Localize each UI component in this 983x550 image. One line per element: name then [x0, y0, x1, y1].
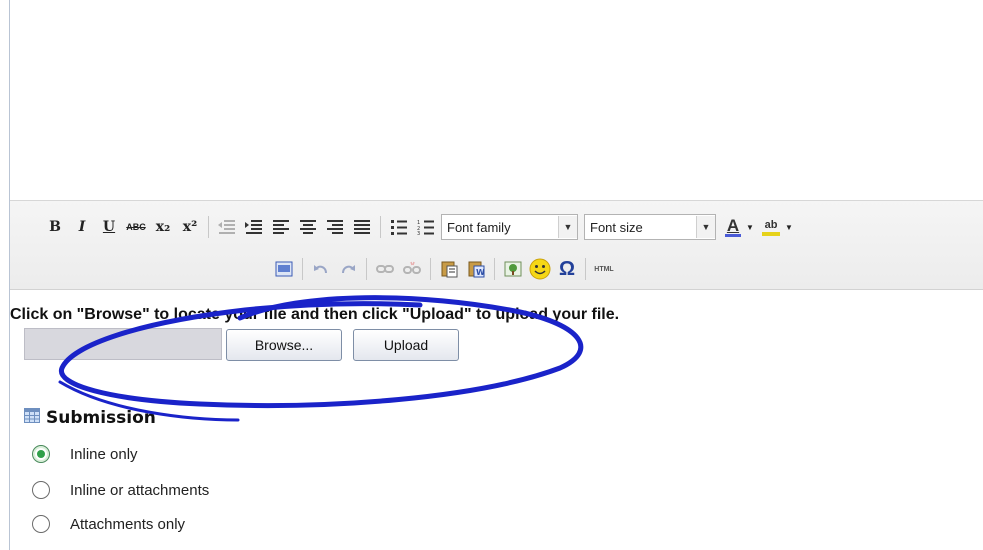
redo-icon[interactable] [336, 257, 360, 281]
indent-icon[interactable] [242, 215, 266, 239]
special-character-icon[interactable]: Ω [555, 257, 579, 281]
chevron-down-icon[interactable]: ▼ [783, 215, 795, 239]
text-color-button[interactable]: A [722, 215, 744, 239]
svg-text:W: W [476, 268, 485, 277]
radio-option-attachments-only[interactable]: Attachments only [32, 515, 185, 533]
font-family-select[interactable]: Font family ▼ [441, 214, 578, 240]
radio-button[interactable] [32, 515, 50, 533]
chevron-down-icon[interactable]: ▼ [744, 215, 756, 239]
editor-toolbar: B I U ABC x₂ x² 123 Font family ▼ Font s… [10, 201, 983, 290]
chevron-down-icon: ▼ [558, 216, 577, 238]
outdent-icon[interactable] [215, 215, 239, 239]
submission-section-header: Submission [24, 408, 156, 428]
toolbar-row-2: W Ω HTML [272, 252, 619, 286]
link-icon[interactable] [373, 257, 397, 281]
toolbar-separator [494, 258, 495, 280]
toolbar-separator [430, 258, 431, 280]
unlink-icon[interactable] [400, 257, 424, 281]
undo-icon[interactable] [309, 257, 333, 281]
html-source-icon[interactable]: HTML [592, 257, 616, 281]
numbered-list-icon[interactable]: 123 [414, 215, 438, 239]
paste-word-icon[interactable]: W [464, 257, 488, 281]
radio-button[interactable] [32, 445, 50, 463]
svg-text:3: 3 [417, 231, 420, 235]
insert-image-icon[interactable] [501, 257, 525, 281]
upload-instruction: Click on "Browse" to locate your file an… [10, 306, 620, 323]
superscript-button[interactable]: x² [178, 215, 202, 239]
underline-button[interactable]: U [97, 215, 121, 239]
align-center-icon[interactable] [296, 215, 320, 239]
radio-label: Inline or attachments [70, 481, 210, 499]
radio-label: Inline only [70, 445, 138, 463]
fullscreen-icon[interactable] [272, 257, 296, 281]
toolbar-separator [302, 258, 303, 280]
rich-text-editor-area[interactable] [10, 0, 983, 201]
toolbar-separator [585, 258, 586, 280]
align-right-icon[interactable] [323, 215, 347, 239]
bold-button[interactable]: B [43, 215, 67, 239]
browse-button[interactable]: Browse... [226, 329, 342, 361]
paste-text-icon[interactable] [437, 257, 461, 281]
align-justify-icon[interactable] [350, 215, 374, 239]
upload-button[interactable]: Upload [353, 329, 459, 361]
toolbar-separator [208, 216, 209, 238]
font-size-label: Font size [590, 219, 643, 235]
italic-button[interactable]: I [70, 215, 94, 239]
radio-button[interactable] [32, 481, 50, 499]
chevron-down-icon: ▼ [696, 216, 715, 238]
table-icon [24, 408, 40, 428]
radio-option-inline-or-attachments[interactable]: Inline or attachments [32, 481, 209, 499]
subscript-button[interactable]: x₂ [151, 215, 175, 239]
radio-label: Attachments only [70, 515, 186, 533]
radio-option-inline-only[interactable]: Inline only [32, 445, 138, 463]
toolbar-separator [380, 216, 381, 238]
font-family-label: Font family [447, 219, 511, 235]
strikethrough-button[interactable]: ABC [124, 215, 148, 239]
file-path-input[interactable] [24, 328, 222, 360]
highlight-color-button[interactable]: ab [759, 215, 783, 239]
toolbar-row-1: B I U ABC x₂ x² 123 Font family ▼ Font s… [43, 210, 798, 244]
font-size-select[interactable]: Font size ▼ [584, 214, 716, 240]
align-left-icon[interactable] [269, 215, 293, 239]
toolbar-separator [366, 258, 367, 280]
bullet-list-icon[interactable] [387, 215, 411, 239]
submission-title: Submission [46, 408, 156, 428]
emoticon-icon[interactable] [528, 257, 552, 281]
